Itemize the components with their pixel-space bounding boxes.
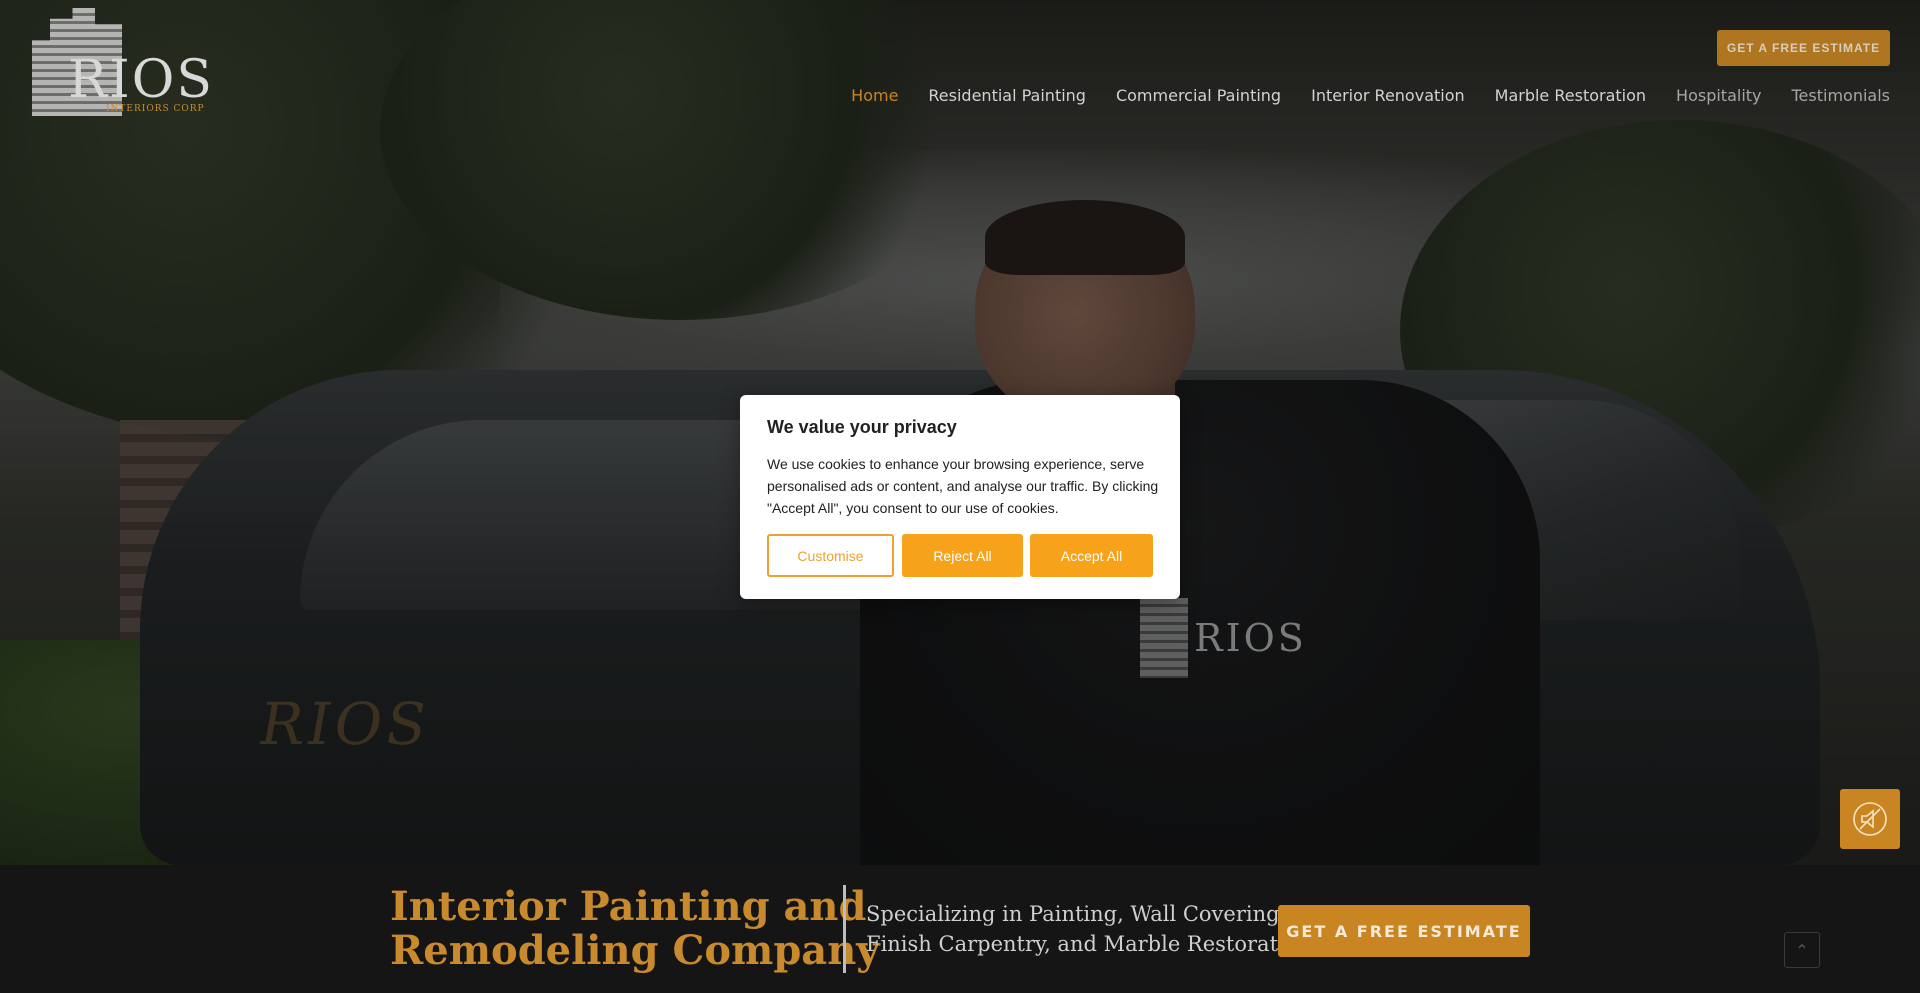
main-nav: Home Residential Painting Commercial Pai… [851,86,1890,105]
hero-subtitle: Specializing in Painting, Wall Covering,… [866,899,1318,959]
logo-wordmark: RIOS [68,50,214,110]
nav-item-home[interactable]: Home [851,86,898,105]
cookie-consent-dialog: We value your privacy We use cookies to … [740,395,1180,599]
video-mute-button[interactable] [1840,789,1900,849]
logo-subtitle: INTERIORS CORP [106,104,205,114]
nav-item-hospitality[interactable]: Hospitality [1676,86,1761,105]
hero-title-line-2: Remodeling Company [390,927,880,974]
nav-item-commercial-painting[interactable]: Commercial Painting [1116,86,1281,105]
chevron-up-icon: ⌃ [1795,940,1809,960]
cookie-title: We value your privacy [767,417,957,437]
divider [843,885,846,973]
hero-estimate-button[interactable]: GET A FREE ESTIMATE [1278,905,1530,957]
nav-item-marble-restoration[interactable]: Marble Restoration [1495,86,1646,105]
cookie-body: We use cookies to enhance your browsing … [767,456,1159,516]
reject-all-button[interactable]: Reject All [902,534,1023,577]
hero-caption-band: Interior Painting and Remodeling Company… [0,865,1920,993]
hero-title-line-1: Interior Painting and [390,883,867,930]
hero-subtitle-line-1: Specializing in Painting, Wall Covering, [866,902,1287,926]
speaker-muted-icon [1853,802,1887,836]
header-estimate-button[interactable]: GET A FREE ESTIMATE [1717,30,1890,66]
nav-item-testimonials[interactable]: Testimonials [1792,86,1891,105]
nav-item-residential-painting[interactable]: Residential Painting [928,86,1086,105]
scroll-to-top-button[interactable]: ⌃ [1784,932,1820,968]
hero-subtitle-line-2: Finish Carpentry, and Marble Restoration… [866,932,1318,956]
nav-item-interior-renovation[interactable]: Interior Renovation [1311,86,1465,105]
site-logo[interactable]: RIOS INTERIORS CORP [28,8,212,120]
hero-title: Interior Painting and Remodeling Company [390,885,880,973]
customise-button[interactable]: Customise [767,534,894,577]
accept-all-button[interactable]: Accept All [1030,534,1153,577]
